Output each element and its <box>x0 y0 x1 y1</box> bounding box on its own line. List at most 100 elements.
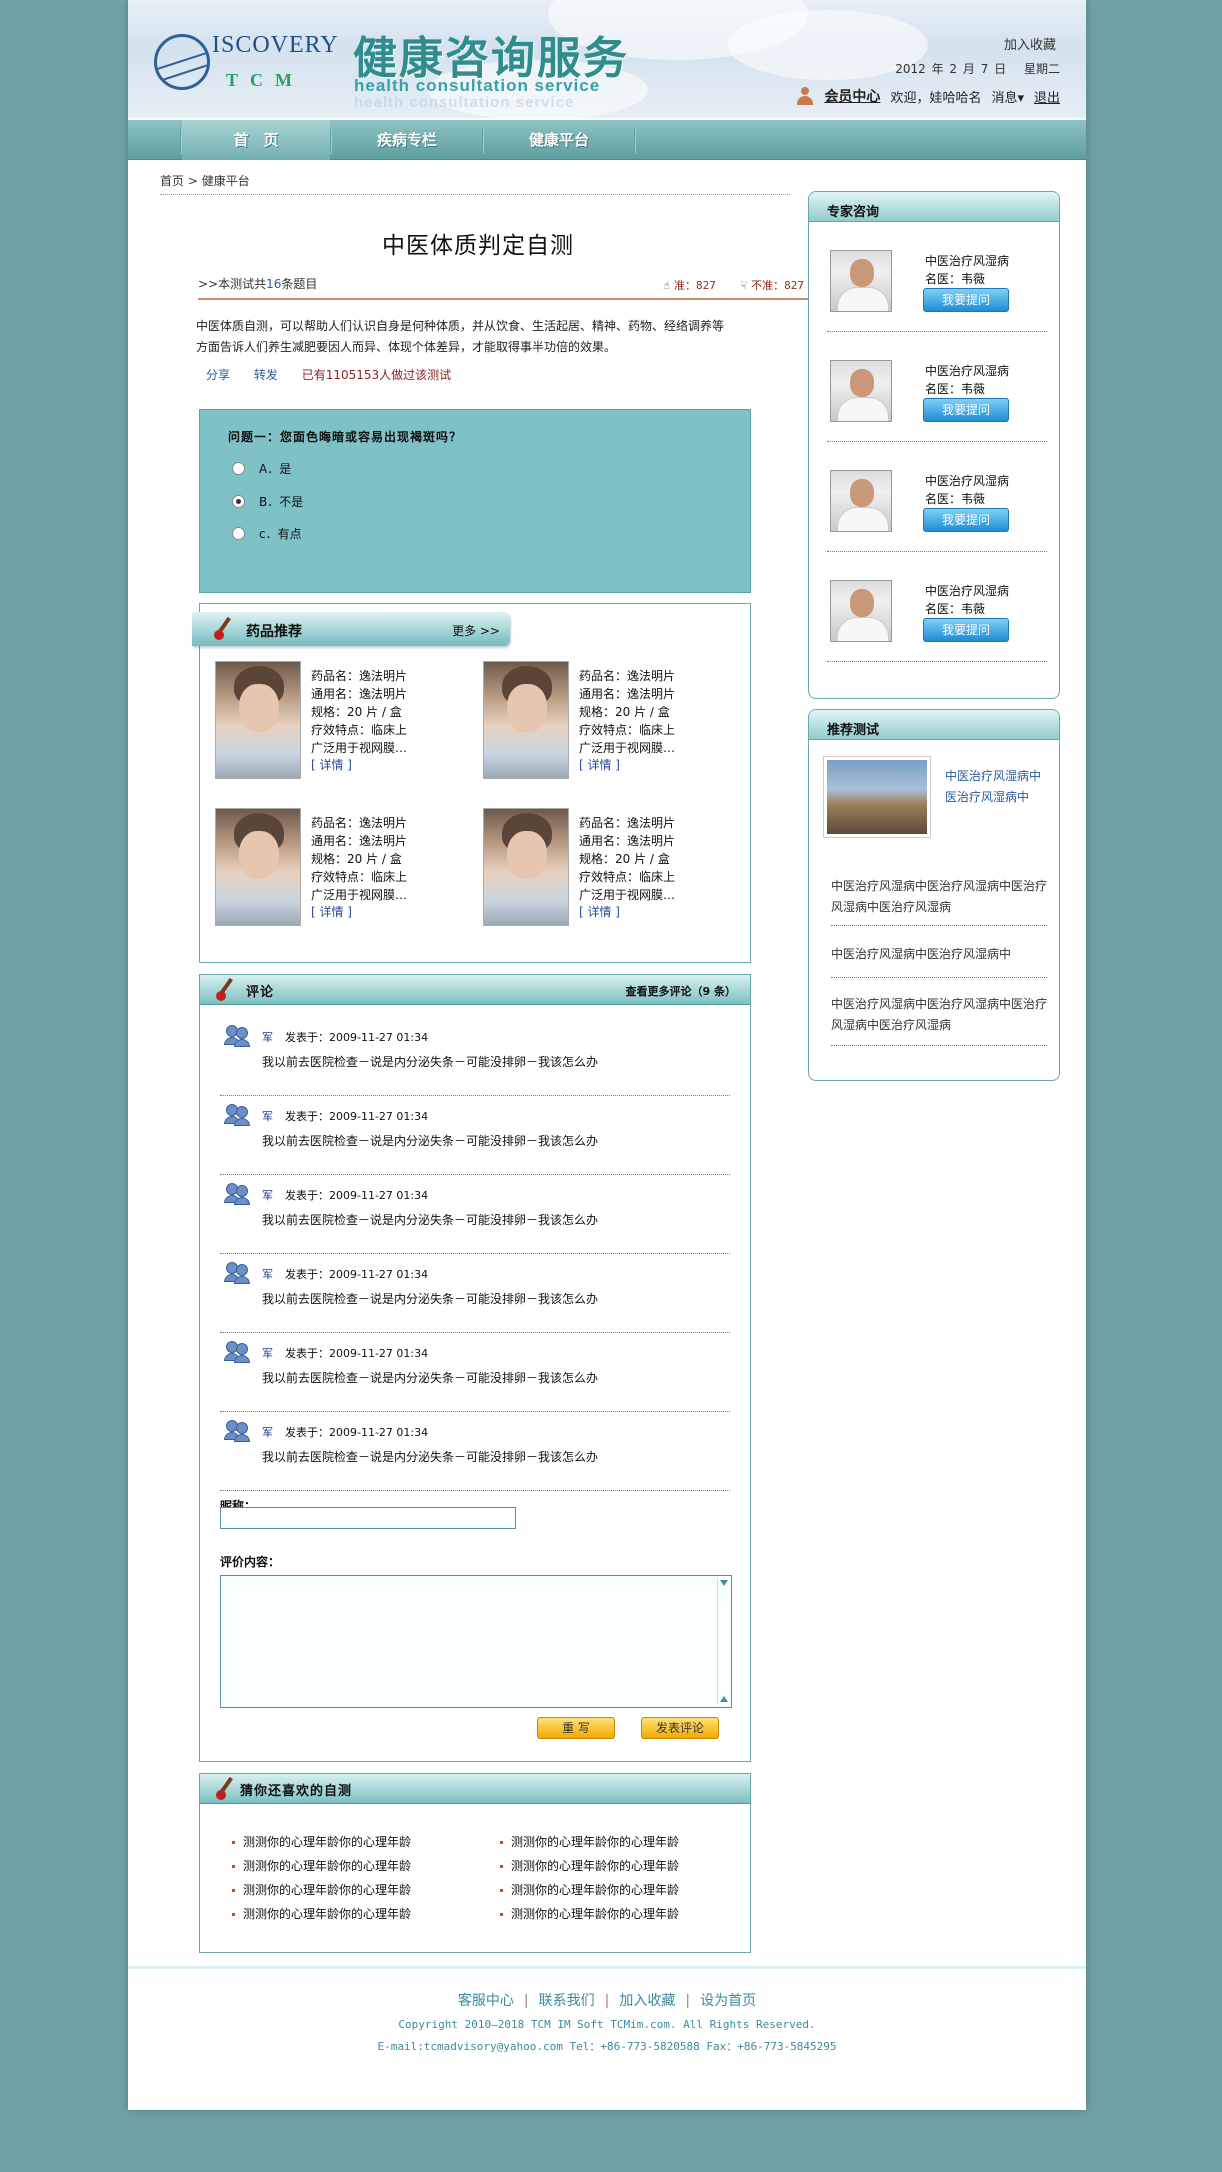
drug-spec: 规格：20 片 / 盒 <box>579 852 670 866</box>
test-actions: 分享 转发 已有1105153人做过该测试 <box>206 366 471 383</box>
comment-time: 发表于：2009-11-27 01:34 <box>285 1189 429 1202</box>
comment-user[interactable]: 军 <box>262 1189 273 1202</box>
comment-time: 发表于：2009-11-27 01:34 <box>285 1426 429 1439</box>
drug-detail-link[interactable]: [ 详情 ] <box>579 756 620 774</box>
drug-more-link[interactable]: 更多 >> <box>452 622 500 639</box>
expert-photo[interactable] <box>830 470 892 532</box>
ask-question-button[interactable]: 我要提问 <box>923 288 1009 312</box>
option-c[interactable]: c．有点 <box>232 525 302 542</box>
guess-item[interactable]: 测测你的心理年龄你的心理年龄 <box>232 1905 411 1922</box>
recommend-link[interactable]: 中医治疗风湿病中医治疗风湿病中 <box>831 930 1047 978</box>
expert-photo[interactable] <box>830 580 892 642</box>
inaccurate-label: 不准：827 <box>751 279 804 292</box>
comment-user[interactable]: 军 <box>262 1347 273 1360</box>
site-logo[interactable]: ISCOVERY TCM <box>154 30 338 96</box>
recommend-link[interactable]: 中医治疗风湿病中医治疗风湿病中医治疗风湿病中医治疗风湿病 <box>831 978 1047 1046</box>
inaccurate-vote[interactable]: ☟ 不准：827 <box>741 279 805 292</box>
drug-image[interactable] <box>215 661 301 779</box>
footer-favorite-link[interactable]: 加入收藏 <box>619 1993 675 2009</box>
add-favorite-link[interactable]: 加入收藏 <box>1004 34 1056 53</box>
drug-image[interactable] <box>483 661 569 779</box>
drug-generic: 通用名：逸法明片 <box>311 687 408 701</box>
comment-user[interactable]: 军 <box>262 1268 273 1281</box>
brush-icon <box>214 1776 236 1802</box>
guess-item[interactable]: 测测你的心理年龄你的心理年龄 <box>500 1905 679 1922</box>
drug-detail-link[interactable]: [ 详情 ] <box>579 903 620 921</box>
user-bar: 会员中心 欢迎，娃哈哈名 消息▾ 退出 <box>796 86 1060 106</box>
recommend-featured-image[interactable] <box>823 756 931 838</box>
expert-topic[interactable]: 中医治疗风湿病 <box>925 582 1009 599</box>
accurate-vote[interactable]: ☝ 准：827 <box>663 279 716 292</box>
submit-comment-button[interactable]: 发表评论 <box>641 1717 719 1739</box>
footer-homepage-link[interactable]: 设为首页 <box>700 1993 756 2009</box>
comment-meta: 军发表于：2009-11-27 01:34 <box>262 1187 428 1203</box>
drug-image[interactable] <box>483 808 569 926</box>
footer-service-link[interactable]: 客服中心 <box>458 1993 514 2009</box>
header: ISCOVERY TCM 健康咨询服务 health consultation … <box>128 0 1086 118</box>
expert-name: 名医：韦薇 <box>925 492 986 506</box>
comment-item: 军发表于：2009-11-27 01:34 我以前去医院检查－说是内分泌失条－可… <box>220 1333 730 1412</box>
guess-item[interactable]: 测测你的心理年龄你的心理年龄 <box>232 1881 411 1898</box>
more-comments-link[interactable]: 查看更多评论（9 条） <box>626 983 736 999</box>
test-info-bar: >>本测试共16条题目 ☝ 准：827 ☟ 不准：827 <box>198 275 810 300</box>
test-description: 中医体质自测，可以帮助人们认识自身是何种体质，并从饮食、生活起居、精神、药物、经… <box>196 319 725 354</box>
count-prefix: >>本测试共 <box>198 277 267 291</box>
footer-separator: | <box>604 1993 610 2009</box>
nav-home[interactable]: 首 页 <box>182 120 330 160</box>
member-center-link[interactable]: 会员中心 <box>824 86 880 106</box>
comment-user[interactable]: 军 <box>262 1110 273 1123</box>
ask-question-button[interactable]: 我要提问 <box>923 508 1009 532</box>
expert-item: 中医治疗风湿病 名医：韦薇 我要提问 <box>827 552 1047 662</box>
option-a[interactable]: A．是 <box>232 460 291 477</box>
comment-user[interactable]: 军 <box>262 1031 273 1044</box>
expert-topic[interactable]: 中医治疗风湿病 <box>925 252 1009 269</box>
expert-photo[interactable] <box>830 360 892 422</box>
globe-icon <box>154 34 210 90</box>
count-suffix: 条题目 <box>281 277 318 291</box>
nav-disease-column[interactable]: 疾病专栏 <box>332 120 482 160</box>
comment-user[interactable]: 军 <box>262 1426 273 1439</box>
drug-detail-link[interactable]: [ 详情 ] <box>311 903 352 921</box>
breadcrumb-home[interactable]: 首页 <box>160 174 184 188</box>
ask-question-button[interactable]: 我要提问 <box>923 618 1009 642</box>
drug-feature-2: 广泛用于视网膜… <box>311 741 408 755</box>
share-link[interactable]: 分享 <box>206 368 230 382</box>
comment-meta: 军发表于：2009-11-27 01:34 <box>262 1345 428 1361</box>
main-nav: 首 页 疾病专栏 健康平台 <box>128 120 1086 160</box>
ask-question-button[interactable]: 我要提问 <box>923 398 1009 422</box>
drug-feature: 疗效特点：临床上 <box>311 723 408 737</box>
brush-icon <box>214 977 236 1003</box>
comment-item: 军发表于：2009-11-27 01:34 我以前去医院检查－说是内分泌失条－可… <box>220 1412 730 1491</box>
guess-item[interactable]: 测测你的心理年龄你的心理年龄 <box>500 1881 679 1898</box>
drug-image[interactable] <box>215 808 301 926</box>
radio-a[interactable] <box>232 462 245 475</box>
footer-contact-link[interactable]: 联系我们 <box>539 1993 595 2009</box>
expert-topic[interactable]: 中医治疗风湿病 <box>925 362 1009 379</box>
messages-dropdown[interactable]: 消息▾ <box>991 87 1024 106</box>
breadcrumb-divider <box>160 194 790 195</box>
recommend-test-box: 推荐测试 中医治疗风湿病中医治疗风湿病中 中医治疗风湿病中医治疗风湿病中医治疗风… <box>808 709 1060 1081</box>
comment-content-textarea[interactable] <box>220 1575 732 1708</box>
nick-input[interactable] <box>220 1507 516 1529</box>
expert-topic[interactable]: 中医治疗风湿病 <box>925 472 1009 489</box>
guess-item[interactable]: 测测你的心理年龄你的心理年龄 <box>232 1833 411 1850</box>
guess-item[interactable]: 测测你的心理年龄你的心理年龄 <box>500 1857 679 1874</box>
radio-c[interactable] <box>232 527 245 540</box>
guess-item[interactable]: 测测你的心理年龄你的心理年龄 <box>500 1833 679 1850</box>
logo-sub: TCM <box>226 70 304 90</box>
option-b[interactable]: B．不是 <box>232 493 303 510</box>
reset-button[interactable]: 重 写 <box>537 1717 615 1739</box>
forward-link[interactable]: 转发 <box>254 368 278 382</box>
user-group-icon <box>224 1262 252 1284</box>
radio-b[interactable] <box>232 495 245 508</box>
logout-link[interactable]: 退出 <box>1034 87 1060 106</box>
recommend-featured-link[interactable]: 中医治疗风湿病中医治疗风湿病中 <box>945 766 1041 808</box>
drug-generic: 通用名：逸法明片 <box>579 834 676 848</box>
guess-item[interactable]: 测测你的心理年龄你的心理年龄 <box>232 1857 411 1874</box>
recommend-link[interactable]: 中医治疗风湿病中医治疗风湿病中医治疗风湿病中医治疗风湿病 <box>831 870 1047 926</box>
nav-health-platform[interactable]: 健康平台 <box>484 120 634 160</box>
textarea-scrollbar[interactable] <box>717 1578 729 1704</box>
expert-photo[interactable] <box>830 250 892 312</box>
footer-separator: | <box>523 1993 529 2009</box>
drug-detail-link[interactable]: [ 详情 ] <box>311 756 352 774</box>
